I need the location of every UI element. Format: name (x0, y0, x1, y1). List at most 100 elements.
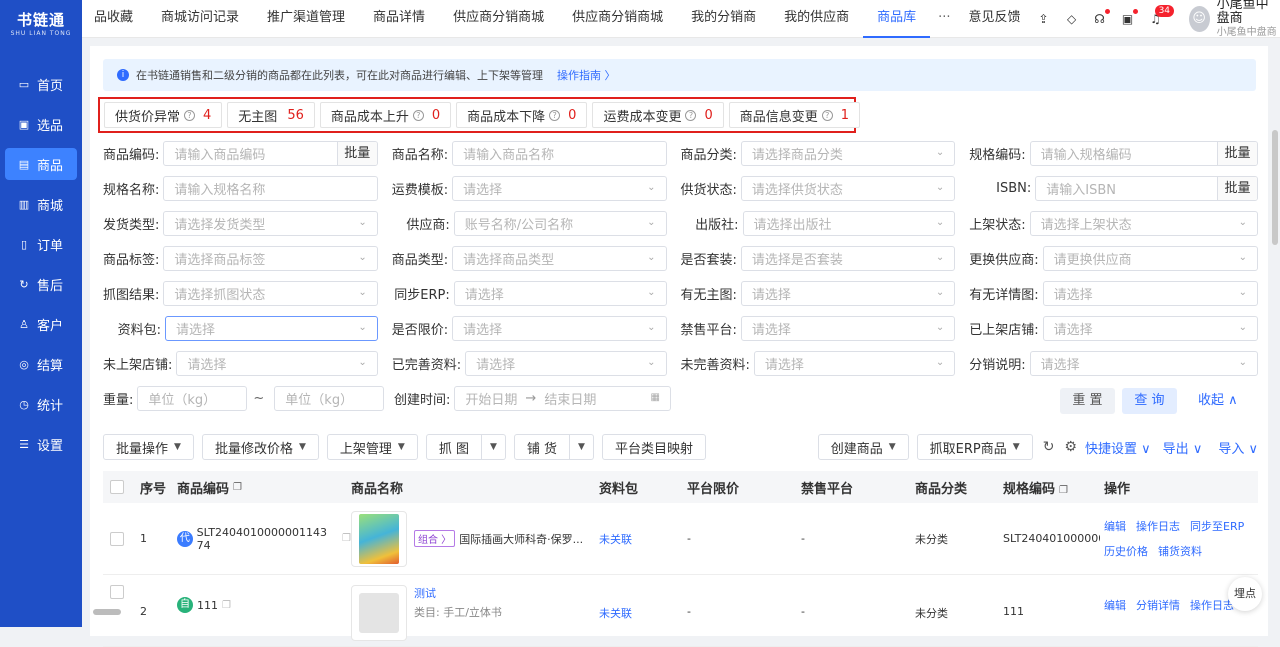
export-dropdown[interactable]: 导出 ∨ (1163, 438, 1203, 457)
batch-button[interactable]: 批量 (1217, 142, 1257, 165)
user-menu[interactable]: ☺ 小尾鱼中盘商 小尾鱼中盘商 (1188, 0, 1280, 40)
edit-link[interactable]: 编辑 (1104, 597, 1126, 613)
alert-chip-freight-change[interactable]: 运费成本变更? 0 (592, 102, 724, 128)
robot-icon[interactable]: ▣ (1121, 8, 1138, 26)
batch-price-button[interactable]: 批量修改价格 ▼ (201, 434, 319, 460)
shelf-manage-button[interactable]: 上架管理 ▼ (326, 434, 418, 460)
tab-product-detail[interactable]: 商品详情 (359, 0, 439, 38)
product-category-select[interactable]: 请选择商品分类 ⌄ (740, 141, 956, 166)
horizontal-scrollbar[interactable] (93, 609, 121, 615)
quick-settings-dropdown[interactable]: 快捷设置 ∨ (1085, 438, 1151, 457)
tab-my-suppliers[interactable]: 我的供应商 (770, 0, 863, 38)
sidebar-item-product[interactable]: ▤ 商品 (5, 148, 77, 180)
tracking-float-button[interactable]: 埋点 (1228, 577, 1262, 611)
product-thumbnail[interactable] (351, 510, 407, 567)
material-pack-select[interactable]: 请选择 ⌄ (165, 316, 378, 341)
copy-icon[interactable]: ❐ (1059, 485, 1068, 496)
copy-icon[interactable]: ❐ (222, 600, 231, 611)
combo-tag[interactable]: 组合 〉 (414, 530, 456, 547)
supply-status-select[interactable]: 请选择供货状态 ⌄ (740, 176, 956, 201)
sidebar-item-settings[interactable]: ☰ 设置 (5, 428, 77, 460)
batch-button[interactable]: 批量 (1217, 177, 1257, 200)
grab-image-button[interactable]: 抓 图 (425, 434, 482, 460)
refresh-icon[interactable]: ↻ (1043, 439, 1055, 455)
product-name[interactable]: 测试 (414, 585, 502, 601)
tab-supplier-mall-1[interactable]: 供应商分销商城 (439, 0, 558, 38)
incomplete-info-select[interactable]: 请选择 ⌄ (753, 351, 956, 376)
gear-icon[interactable]: ⚙ (1064, 439, 1077, 455)
material-pack-link[interactable]: 未关联 (599, 585, 687, 621)
is-bundle-select[interactable]: 请选择是否套装 ⌄ (740, 246, 956, 271)
edit-link[interactable]: 编辑 (1104, 518, 1126, 534)
row-checkbox[interactable] (110, 585, 124, 599)
has-detail-image-select[interactable]: 请选择 ⌄ (1042, 281, 1258, 306)
tab-favorites[interactable]: 品收藏 (82, 0, 147, 38)
sidebar-item-select[interactable]: ▣ 选品 (5, 108, 77, 140)
alert-chip-supply-price[interactable]: 供货价异常? 4 (104, 102, 223, 128)
category-map-button[interactable]: 平台类目映射 (601, 434, 706, 460)
batch-ops-button[interactable]: 批量操作 ▼ (103, 434, 194, 460)
supply-button[interactable]: 铺 货 (513, 434, 571, 460)
product-tag-select[interactable]: 请选择商品标签 ⌄ (163, 246, 378, 271)
sidebar-item-settle[interactable]: ◎ 结算 (5, 348, 77, 380)
change-supplier-select[interactable]: 请更换供应商 ⌄ (1042, 246, 1258, 271)
bell-icon[interactable]: ♫ 34 (1149, 4, 1175, 26)
tab-supplier-mall-2[interactable]: 供应商分销商城 (558, 0, 677, 38)
spec-code-input[interactable]: 请输入规格编码 批量 (1029, 141, 1258, 166)
tab-visit-records[interactable]: 商城访问记录 (147, 0, 253, 38)
created-date-range[interactable]: 开始日期 → 结束日期 ▦ (454, 386, 671, 411)
tabs-more-button[interactable]: ··· (930, 0, 958, 38)
vertical-scrollbar[interactable] (1272, 130, 1278, 245)
spec-name-input[interactable]: 请输入规格名称 (163, 176, 378, 201)
shipping-type-select[interactable]: 请选择发货类型 ⌄ (163, 211, 378, 236)
product-thumbnail[interactable] (351, 585, 407, 641)
weight-from-input[interactable]: 单位（kg） (137, 386, 248, 411)
sidebar-item-stats[interactable]: ◷ 统计 (5, 388, 77, 420)
query-button[interactable]: 查 询 (1122, 388, 1177, 414)
material-pack-link[interactable]: 未关联 (599, 531, 687, 547)
sidebar-item-aftersale[interactable]: ↻ 售后 (5, 268, 77, 300)
publisher-select[interactable]: 请选择出版社 ⌄ (742, 211, 956, 236)
tab-my-distributors[interactable]: 我的分销商 (677, 0, 770, 38)
brand-logo[interactable]: 书链通 SHU LIAN TONG (0, 0, 82, 46)
upload-icon[interactable]: ⇪ (1037, 12, 1051, 26)
price-history-link[interactable]: 历史价格 (1104, 543, 1148, 559)
collapse-button[interactable]: 收起 ∧ (1198, 388, 1238, 414)
price-limit-select[interactable]: 请选择 ⌄ (452, 316, 667, 341)
copy-icon[interactable]: ❐ (342, 533, 351, 544)
completed-info-select[interactable]: 请选择 ⌄ (465, 351, 667, 376)
grab-erp-button[interactable]: 抓取ERP商品 ▼ (916, 434, 1033, 460)
unlisted-shop-select[interactable]: 请选择 ⌄ (176, 351, 378, 376)
isbn-input[interactable]: 请输入ISBN 批量 (1035, 176, 1258, 201)
copy-icon[interactable]: ❐ (233, 482, 242, 493)
has-main-image-select[interactable]: 请选择 ⌄ (740, 281, 956, 306)
supply-material-link[interactable]: 铺货资料 (1158, 543, 1202, 559)
select-all-checkbox[interactable] (110, 480, 124, 494)
product-code-input[interactable]: 请输入商品编码 批量 (163, 141, 378, 166)
import-dropdown[interactable]: 导入 ∨ (1218, 438, 1258, 457)
weight-to-input[interactable]: 单位（kg） (274, 386, 385, 411)
distribution-note-select[interactable]: 请选择 ⌄ (1029, 351, 1258, 376)
alert-chip-info-change[interactable]: 商品信息变更? 1 (728, 102, 861, 128)
banned-platform-select[interactable]: 请选择 ⌄ (740, 316, 956, 341)
sidebar-item-order[interactable]: ▯ 订单 (5, 228, 77, 260)
sidebar-item-home[interactable]: ▭ 首页 (5, 68, 77, 100)
alert-chip-no-main-image[interactable]: 无主图 56 (227, 102, 315, 128)
guide-link[interactable]: 操作指南 〉 (557, 67, 616, 83)
distribution-detail-link[interactable]: 分销详情 (1136, 597, 1180, 613)
diamond-icon[interactable]: ◇ (1065, 12, 1079, 26)
supplier-select[interactable]: 账号名称/公司名称 ⌄ (453, 211, 667, 236)
row-checkbox[interactable] (110, 531, 124, 546)
alert-chip-cost-up[interactable]: 商品成本上升? 0 (319, 102, 452, 128)
listed-shop-select[interactable]: 请选择 ⌄ (1042, 316, 1258, 341)
grab-dropdown-button[interactable]: ▼ (481, 434, 506, 460)
shelf-status-select[interactable]: 请选择上架状态 ⌄ (1029, 211, 1258, 236)
tab-promo-channels[interactable]: 推广渠道管理 (253, 0, 359, 38)
operation-log-link[interactable]: 操作日志 (1190, 597, 1234, 613)
sidebar-item-mall[interactable]: ▥ 商城 (5, 188, 77, 220)
batch-button[interactable]: 批量 (336, 142, 377, 165)
alert-chip-cost-down[interactable]: 商品成本下降? 0 (456, 102, 588, 128)
freight-template-select[interactable]: 请选择 ⌄ (452, 176, 667, 201)
sidebar-item-customer[interactable]: ♙ 客户 (5, 308, 77, 340)
sync-erp-link[interactable]: 同步至ERP (1190, 518, 1244, 534)
